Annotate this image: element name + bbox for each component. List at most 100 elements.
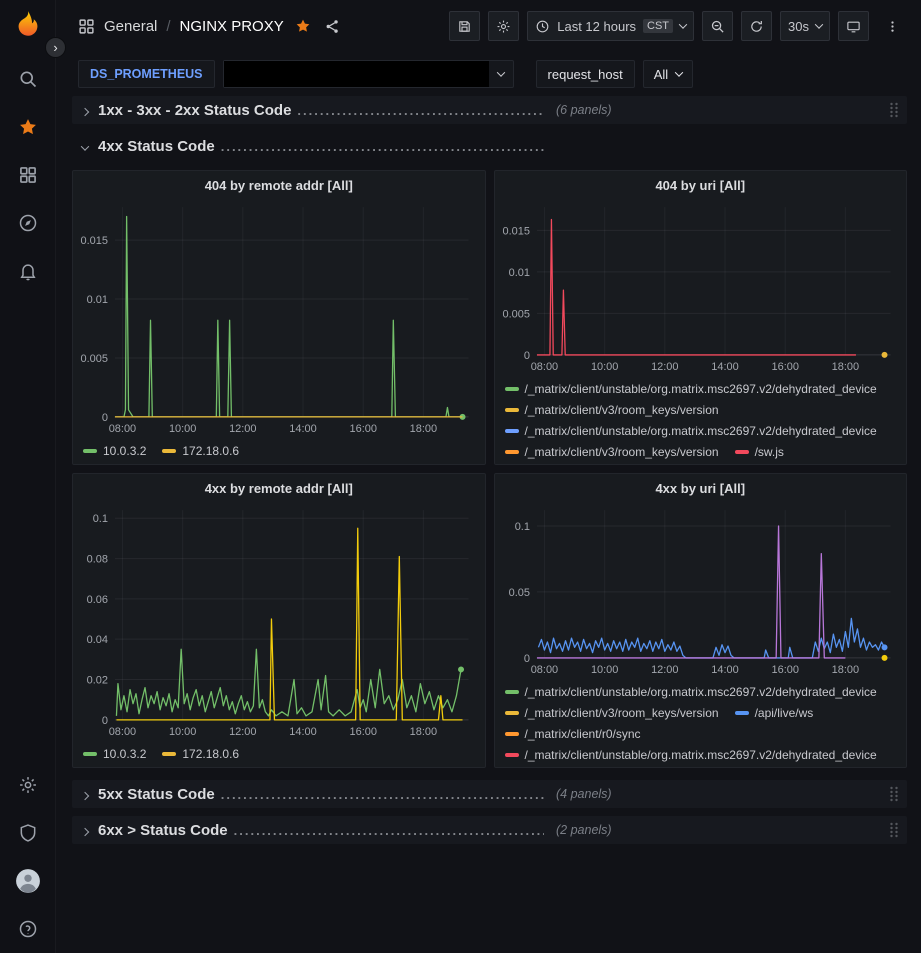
legend-label: 172.18.0.6: [182, 444, 239, 458]
timeseries-chart[interactable]: 00.0050.010.01508:0010:0012:0014:0016:00…: [495, 199, 907, 375]
legend-item[interactable]: /_matrix/client/r0/sync: [505, 723, 641, 744]
legend-item[interactable]: /_matrix/client/v3/room_keys/version: [505, 399, 719, 420]
sidebar-expand-button[interactable]: ›: [45, 37, 66, 58]
sidebar-item-dashboards[interactable]: [0, 151, 56, 199]
legend-item[interactable]: /_matrix/client/unstable/org.matrix.msc2…: [505, 681, 877, 702]
panel-title[interactable]: 404 by remote addr [All]: [73, 171, 485, 199]
panel-title[interactable]: 4xx by uri [All]: [495, 474, 907, 502]
timeseries-chart[interactable]: 00.050.108:0010:0012:0014:0016:0018:00: [495, 502, 907, 678]
legend-label: /_matrix/client/v3/room_keys/version: [525, 403, 719, 417]
legend-item[interactable]: 10.0.3.2: [83, 743, 146, 764]
legend-swatch: [505, 711, 519, 715]
request-host-select[interactable]: All: [643, 60, 693, 88]
row-drag-handle[interactable]: [889, 102, 899, 118]
legend-item[interactable]: /sw.js: [735, 441, 784, 462]
row-header-4xx[interactable]: 4xx Status Code: [72, 132, 907, 160]
save-icon: [457, 19, 472, 34]
legend-item[interactable]: 10.0.3.2: [83, 440, 146, 461]
sidebar-item-explore[interactable]: [0, 199, 56, 247]
sidebar-item-profile[interactable]: [0, 857, 56, 905]
row-header-5xx[interactable]: 5xx Status Code (4 panels): [72, 780, 907, 808]
favorite-button[interactable]: [293, 16, 313, 36]
row-drag-handle[interactable]: [889, 822, 899, 838]
avatar-icon: [15, 868, 41, 894]
svg-text:0.005: 0.005: [502, 308, 529, 320]
grafana-logo[interactable]: [11, 9, 45, 43]
legend-label: 172.18.0.6: [182, 747, 239, 761]
row-title-group: 6xx > Status Code: [78, 822, 550, 839]
apps-grid-icon: [78, 18, 95, 35]
legend-item[interactable]: /_matrix/client/v3/room_keys/version: [505, 441, 719, 462]
svg-text:16:00: 16:00: [350, 423, 377, 435]
legend-item[interactable]: 172.18.0.6: [162, 743, 239, 764]
dashboard-title[interactable]: NGINX PROXY: [180, 18, 284, 35]
svg-text:18:00: 18:00: [831, 664, 858, 676]
more-options-button[interactable]: [877, 11, 907, 41]
variables-bar: DS_PROMETHEUS request_host All: [56, 52, 921, 96]
breadcrumb-section[interactable]: General: [104, 18, 157, 35]
legend-item[interactable]: 172.18.0.6: [162, 440, 239, 461]
panel-4xx-by-uri: 4xx by uri [All] 00.050.108:0010:0012:00…: [494, 473, 908, 768]
chart-legend: 10.0.3.2 172.18.0.6: [73, 437, 485, 464]
save-dashboard-button[interactable]: [449, 11, 480, 41]
chevron-right-icon: [82, 787, 88, 802]
sidebar-item-server-admin[interactable]: [0, 809, 56, 857]
legend-item[interactable]: /_matrix/client/unstable/org.matrix.msc2…: [505, 378, 877, 399]
row-header-6xx[interactable]: 6xx > Status Code (2 panels): [72, 816, 907, 844]
refresh-button[interactable]: [741, 11, 772, 41]
sidebar-item-search[interactable]: [0, 55, 56, 103]
legend-swatch: [505, 408, 519, 412]
svg-text:08:00: 08:00: [530, 361, 557, 373]
grafana-flame-icon: [11, 9, 45, 43]
svg-text:0: 0: [102, 412, 108, 424]
legend-item[interactable]: /_matrix/client/unstable/org.matrix.msc2…: [505, 744, 877, 765]
zoom-out-button[interactable]: [702, 11, 733, 41]
timeseries-chart[interactable]: 00.020.040.060.080.108:0010:0012:0014:00…: [73, 502, 485, 740]
shield-icon: [18, 823, 38, 843]
dashboard-settings-button[interactable]: [488, 11, 519, 41]
svg-text:0.05: 0.05: [508, 587, 529, 599]
legend-item[interactable]: /_matrix/client/unstable/org.matrix.msc2…: [505, 420, 877, 441]
sidebar-item-help[interactable]: [0, 905, 56, 953]
legend-label: /_matrix/client/v3/room_keys/version: [525, 706, 719, 720]
panel-title[interactable]: 4xx by remote addr [All]: [73, 474, 485, 502]
svg-text:08:00: 08:00: [109, 423, 136, 435]
svg-text:12:00: 12:00: [651, 664, 678, 676]
star-icon: [18, 117, 38, 137]
cycle-view-mode-button[interactable]: [838, 11, 869, 41]
panel-404-by-uri: 404 by uri [All] 00.0050.010.01508:0010:…: [494, 170, 908, 465]
row-header-1xx-3xx-2xx[interactable]: 1xx - 3xx - 2xx Status Code (6 panels): [72, 96, 907, 124]
request-host-variable-label[interactable]: request_host: [536, 60, 635, 88]
row-panel-count: (2 panels): [556, 823, 612, 837]
sidebar-item-settings[interactable]: [0, 761, 56, 809]
svg-text:08:00: 08:00: [530, 664, 557, 676]
gear-icon: [496, 19, 511, 34]
refresh-interval-picker[interactable]: 30s: [780, 11, 830, 41]
svg-text:0.01: 0.01: [508, 267, 529, 279]
legend-item[interactable]: /api/live/ws: [735, 702, 814, 723]
timeseries-chart[interactable]: 00.0050.010.01508:0010:0012:0014:0016:00…: [73, 199, 485, 437]
sidebar-item-alerting[interactable]: [0, 247, 56, 295]
sidebar-item-starred[interactable]: [0, 103, 56, 151]
chevron-down-icon: [675, 68, 683, 76]
row-drag-handle[interactable]: [889, 786, 899, 802]
panel-title[interactable]: 404 by uri [All]: [495, 171, 907, 199]
svg-text:0: 0: [523, 653, 529, 665]
svg-text:0.02: 0.02: [87, 675, 108, 687]
datasource-variable-label[interactable]: DS_PROMETHEUS: [78, 60, 215, 88]
chevron-down-icon: [489, 61, 513, 87]
row-panel-count: (6 panels): [556, 103, 612, 117]
legend-item[interactable]: /_matrix/client/v3/room_keys/version: [505, 702, 719, 723]
share-button[interactable]: [322, 16, 343, 37]
datasource-select[interactable]: [223, 60, 514, 88]
compass-icon: [18, 213, 38, 233]
svg-text:10:00: 10:00: [169, 726, 196, 738]
svg-text:14:00: 14:00: [711, 361, 738, 373]
time-range-picker[interactable]: Last 12 hours CST: [527, 11, 694, 41]
row-dotted-leader: [221, 787, 544, 802]
legend-swatch: [505, 690, 519, 694]
monitor-icon: [846, 19, 861, 34]
svg-text:08:00: 08:00: [109, 726, 136, 738]
svg-text:10:00: 10:00: [590, 361, 617, 373]
panel-4xx-by-remote-addr: 4xx by remote addr [All] 00.020.040.060.…: [72, 473, 486, 768]
